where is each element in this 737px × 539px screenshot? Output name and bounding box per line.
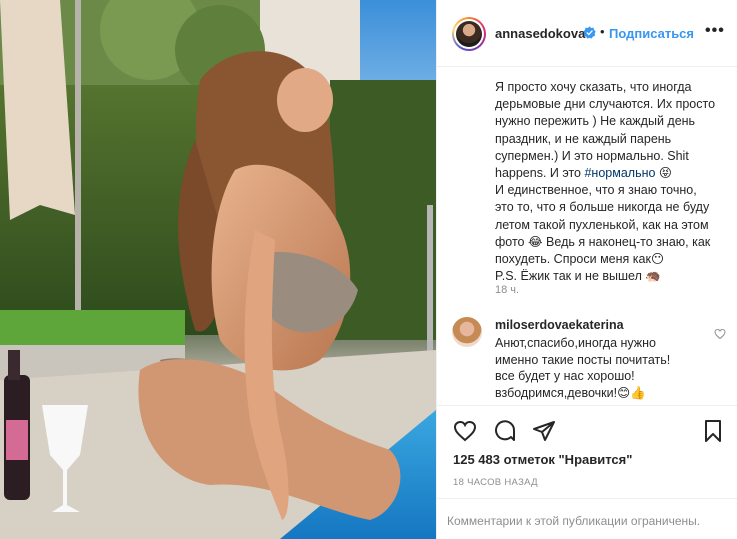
header-separator: •	[600, 24, 605, 39]
post-actions-bar	[437, 405, 737, 455]
paper-plane-icon[interactable]	[532, 419, 556, 443]
comments-restricted-footer: Комментарии к этой публикации ограничены…	[437, 498, 737, 539]
post-caption: Я просто хочу сказать, что иногда дерьмо…	[495, 79, 731, 285]
caption-text: happens. И это	[495, 166, 585, 181]
follow-button[interactable]: Подписаться	[609, 26, 694, 41]
hashtag-link[interactable]: #нормально	[584, 166, 655, 180]
likes-count[interactable]: 125 483 отметок "Нравится"	[453, 452, 632, 467]
caption-line-hashtag: happens. И это #нормально 😝	[495, 165, 731, 182]
caption-line: супермен.) И это нормально. Shit	[495, 148, 689, 163]
author-avatar-image	[456, 21, 482, 47]
caption-line: похудеть. Спроси меня как😶	[495, 252, 664, 267]
commenter-avatar[interactable]	[452, 317, 482, 347]
caption-line: дерьмовые дни случаются. Их просто	[495, 97, 716, 112]
comment-line: взбодримся,девочки!😊👍	[495, 385, 646, 400]
caption-line: летом такой пухленькой, как на этом	[495, 217, 709, 232]
post-photo[interactable]	[0, 0, 436, 539]
hashtag-emoji: 😝	[655, 166, 672, 181]
heart-icon[interactable]	[453, 419, 477, 443]
post-header: annasedokova • Подписаться •••	[437, 0, 737, 67]
caption-line: фото 😂 Ведь я наконец-то знаю, как	[495, 234, 711, 249]
post-timestamp[interactable]: 18 ЧАСОВ НАЗАД	[453, 477, 538, 488]
comment-like-heart-icon[interactable]	[714, 328, 726, 340]
comment-line: именно такие посты почитать!	[495, 352, 671, 367]
comment-line: все будет у нас хорошо!	[495, 369, 635, 383]
caption-line: Я просто хочу сказать, что иногда	[495, 80, 692, 94]
comment-line: Анют,спасибо,иногда нужно	[495, 336, 657, 350]
comment-text: Анют,спасибо,иногда нужно именно такие п…	[495, 335, 725, 401]
author-username[interactable]: annasedokova	[495, 26, 585, 41]
more-options-button[interactable]: •••	[705, 22, 725, 40]
post-image-illustration	[0, 0, 436, 539]
caption-line: нужно пережить ) Не каждый день	[495, 114, 696, 129]
caption-timestamp[interactable]: 18 ч.	[495, 284, 519, 296]
caption-line: И единственное, что я знаю точно,	[495, 183, 697, 198]
comment-bubble-icon[interactable]	[493, 419, 517, 443]
bookmark-icon[interactable]	[701, 419, 725, 443]
comments-restricted-notice: Комментарии к этой публикации ограничены…	[447, 514, 701, 528]
commenter-username[interactable]: miloserdovaekaterina	[495, 318, 624, 332]
caption-line: это то, что я больше никогда не буду	[495, 200, 710, 215]
author-avatar[interactable]	[452, 17, 486, 51]
verified-badge-icon	[583, 26, 596, 39]
caption-line: праздник, и не каждый парень	[495, 131, 672, 146]
avatar-ring-inner	[454, 19, 484, 49]
post-side-panel: annasedokova • Подписаться ••• Я просто …	[436, 0, 737, 539]
caption-line: P.S. Ёжик так и не вышел 🦔	[495, 269, 661, 284]
